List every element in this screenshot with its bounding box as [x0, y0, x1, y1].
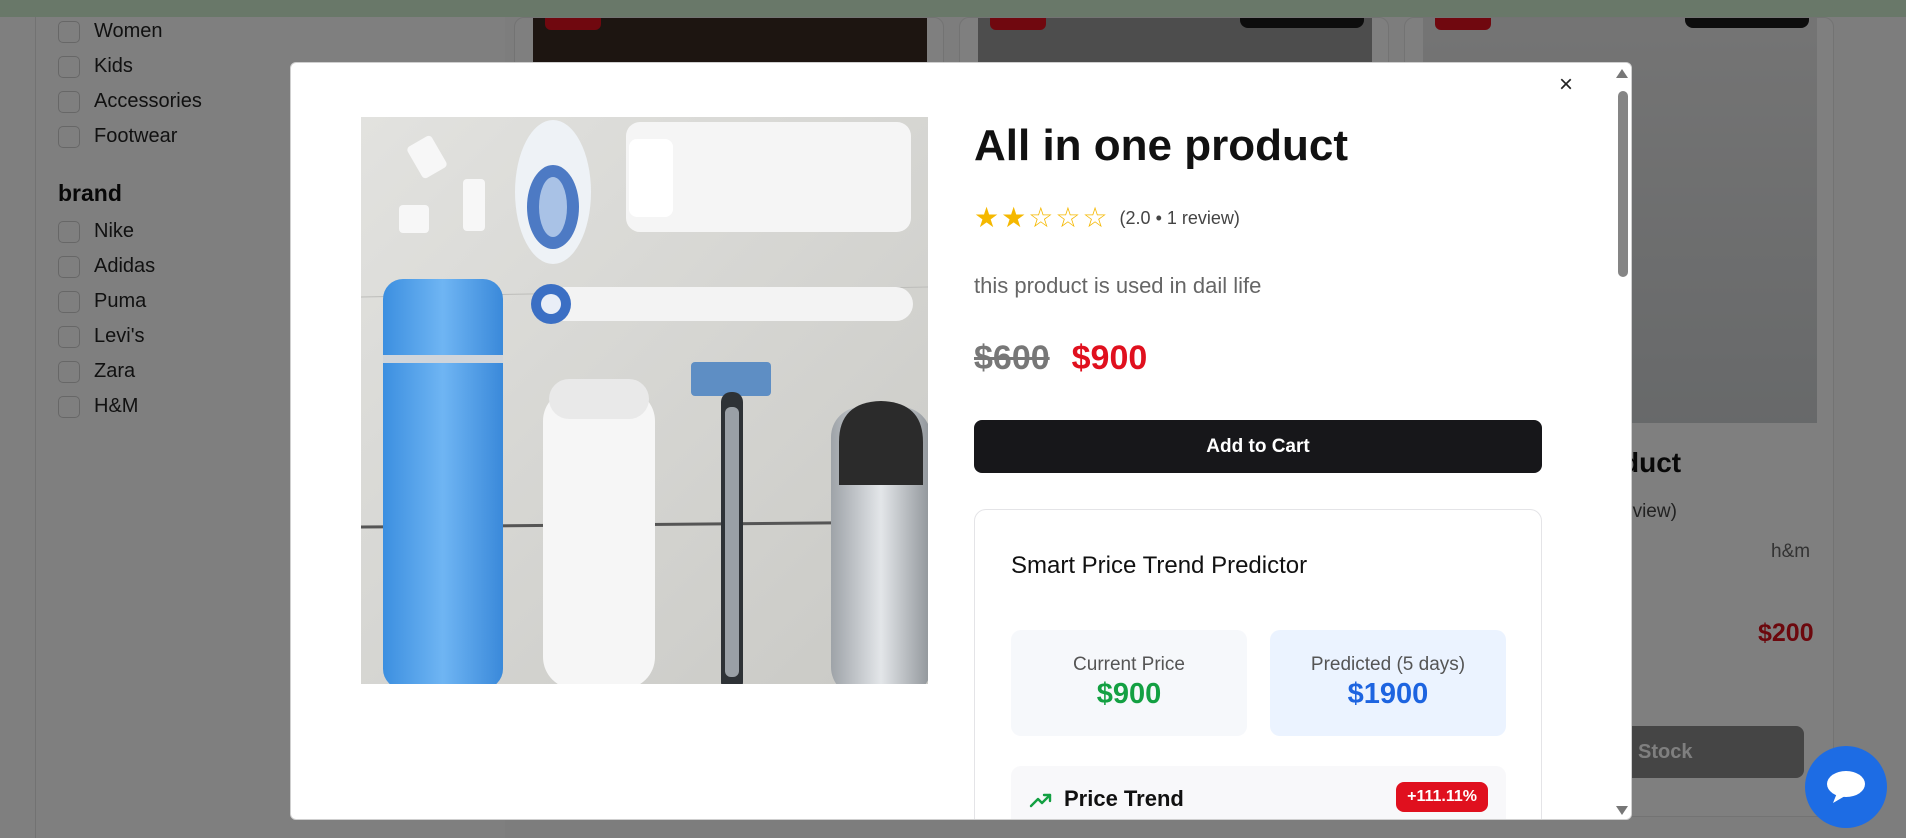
price-trend-row: Price Trend +111.11%: [1011, 766, 1506, 819]
scroll-up-arrow-icon[interactable]: [1616, 69, 1628, 78]
rating-row: ★ ★ ☆ ☆ ☆ (2.0 • 1 review): [974, 203, 1240, 233]
predicted-price-box: Predicted (5 days) $1900: [1270, 630, 1506, 736]
price-trend-label: Price Trend: [1064, 786, 1184, 811]
product-title: All in one product: [974, 121, 1348, 170]
trend-percent-badge: +111.11%: [1396, 782, 1488, 812]
product-image: [361, 117, 928, 684]
current-price: $900: [1071, 339, 1148, 377]
current-price-value: $900: [1096, 678, 1162, 710]
star-outline-icon: ☆: [1028, 202, 1054, 233]
trending-up-icon: [1029, 788, 1053, 817]
scrollbar-thumb[interactable]: [1618, 91, 1628, 277]
scroll-down-arrow-icon[interactable]: [1616, 806, 1628, 815]
product-description: this product is used in dail life: [974, 273, 1262, 298]
add-to-cart-button[interactable]: Add to Cart: [974, 420, 1542, 473]
star-icon: ★: [1001, 202, 1027, 233]
chat-bubble-icon: [1827, 771, 1865, 803]
predicted-price-value: $1900: [1347, 678, 1429, 710]
star-icon: ★: [974, 202, 1000, 233]
star-outline-icon: ☆: [1055, 202, 1081, 233]
product-photo: [361, 117, 928, 684]
predicted-price-label: Predicted (5 days): [1310, 654, 1466, 675]
close-icon[interactable]: ×: [1552, 71, 1580, 99]
modal-scrollbar[interactable]: [1615, 63, 1631, 819]
price-row: $600 $900: [974, 339, 1147, 378]
original-price: $600: [974, 339, 1050, 377]
star-outline-icon: ☆: [1082, 202, 1108, 233]
chat-button[interactable]: [1805, 746, 1887, 828]
current-price-box: Current Price $900: [1011, 630, 1247, 736]
review-count: (2.0 • 1 review): [1119, 207, 1240, 228]
predictor-title: Smart Price Trend Predictor: [1011, 552, 1308, 579]
price-trend-predictor: Smart Price Trend Predictor Current Pric…: [974, 509, 1542, 819]
current-price-label: Current Price: [1073, 654, 1185, 675]
product-quick-view-modal: All in one product ★ ★ ☆ ☆ ☆ (2.0 • 1 re…: [290, 62, 1632, 820]
